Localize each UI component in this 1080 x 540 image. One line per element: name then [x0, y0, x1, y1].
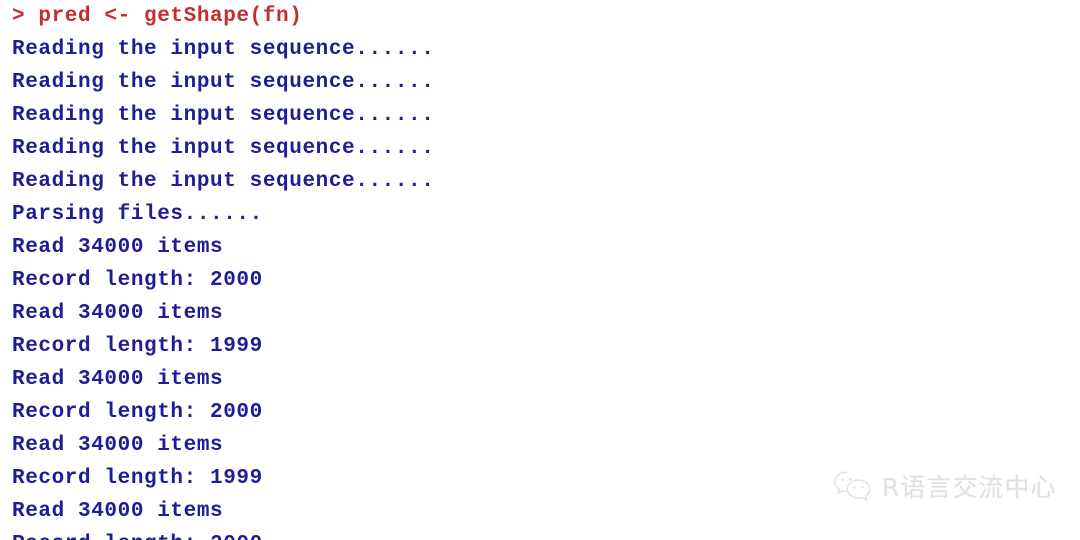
console-output-line: Read 34000 items [12, 236, 224, 259]
console-output-line: Reading the input sequence...... [12, 137, 435, 160]
console-output-line: Record length: 2000 [12, 528, 1068, 540]
console-output-area[interactable]: > pred <- getShape(fn) Reading the input … [12, 0, 1068, 540]
console-output-line: Reading the input sequence...... [12, 71, 435, 94]
console-output-line: Read 34000 items [12, 368, 224, 391]
console-output-line: Record length: 2000 [12, 269, 263, 292]
watermark: R语言交流中心 [832, 468, 1056, 504]
r-console-screenshot: > pred <- getShape(fn) Reading the input … [0, 0, 1080, 540]
console-output-line: Read 34000 items [12, 302, 224, 325]
console-output-line: Parsing files...... [12, 203, 263, 226]
watermark-label: R语言交流中心 [882, 473, 1057, 502]
console-output-line: Read 34000 items [12, 434, 224, 457]
wechat-bubbles-icon [832, 468, 874, 504]
console-output-line: Record length: 1999 [12, 335, 263, 358]
console-output-line: Reading the input sequence...... [12, 170, 435, 193]
console-command-line: > pred <- getShape(fn) [12, 5, 303, 28]
console-output-line: Record length: 2000 [12, 401, 263, 424]
console-output-line: Reading the input sequence...... [12, 104, 435, 127]
console-output-line: Reading the input sequence...... [12, 38, 435, 61]
